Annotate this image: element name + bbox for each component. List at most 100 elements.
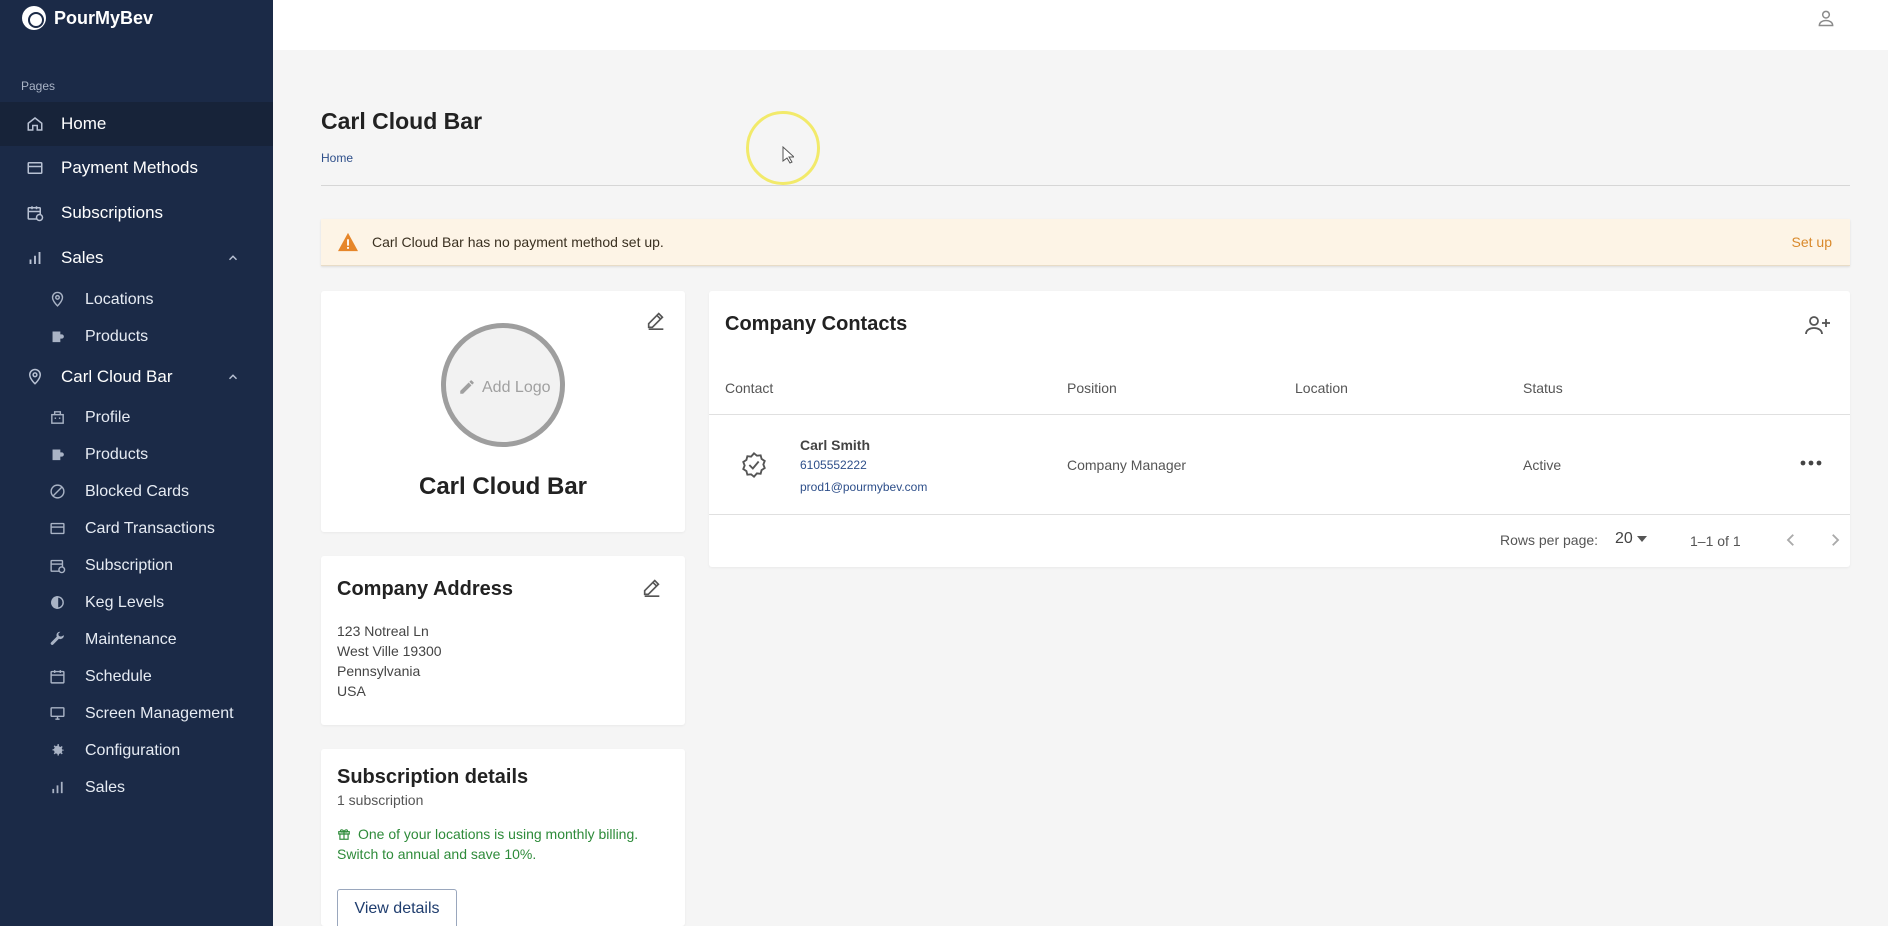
sidebar-item-carl-cloud-bar[interactable]: Carl Cloud Bar xyxy=(0,355,273,399)
brand[interactable]: PourMyBev xyxy=(22,6,153,30)
contact-phone[interactable]: 6105552222 xyxy=(800,458,867,472)
sidebar-subitem-screen-management[interactable]: Screen Management xyxy=(0,695,273,732)
sidebar-subitem-sales[interactable]: Sales xyxy=(0,769,273,806)
calendar-sync-icon xyxy=(26,204,44,222)
sidebar-subitem-profile[interactable]: Profile xyxy=(0,399,273,436)
column-header-position[interactable]: Position xyxy=(1067,380,1117,396)
edit-pencil-icon[interactable] xyxy=(645,309,667,331)
sidebar-subitem-label: Schedule xyxy=(85,667,152,685)
sidebar-subitem-label: Profile xyxy=(85,408,131,426)
view-details-button[interactable]: View details xyxy=(337,889,457,926)
chevron-up-icon[interactable] xyxy=(226,251,240,265)
sidebar-subitem-keg-levels[interactable]: Keg Levels xyxy=(0,584,273,621)
gift-icon xyxy=(337,827,351,841)
profile-card: Add Logo Carl Cloud Bar xyxy=(321,291,685,532)
chevron-up-icon[interactable] xyxy=(226,370,240,384)
sidebar-subitem-label: Keg Levels xyxy=(85,593,165,611)
building-icon xyxy=(49,409,66,426)
sidebar-subitem-label: Subscription xyxy=(85,556,174,574)
address-line: 123 Notreal Ln xyxy=(337,623,429,639)
contact-name: Carl Smith xyxy=(800,437,871,453)
contrast-icon xyxy=(49,594,66,611)
sidebar-item-label: Carl Cloud Bar xyxy=(61,367,173,386)
contact-email[interactable]: prod1@pourmybev.com xyxy=(800,480,927,494)
sidebar-item-label: Subscriptions xyxy=(61,203,164,222)
calendar-sync-icon xyxy=(49,557,66,574)
sidebar-item-subscriptions[interactable]: Subscriptions xyxy=(0,191,273,235)
sidebar-item-label: Sales xyxy=(61,248,104,267)
sidebar-subitem-blocked-cards[interactable]: Blocked Cards xyxy=(0,473,273,510)
pagination-range: 1–1 of 1 xyxy=(1690,533,1741,549)
setup-payment-link[interactable]: Set up xyxy=(1792,234,1832,250)
sidebar-subitem-products[interactable]: Products xyxy=(0,436,273,473)
beer-keg-icon xyxy=(49,328,66,345)
subscription-count: 1 subscription xyxy=(337,792,424,808)
edit-pencil-icon[interactable] xyxy=(641,576,663,598)
breadcrumb-home[interactable]: Home xyxy=(321,151,353,165)
sidebar-item-label: Home xyxy=(61,114,107,133)
sidebar-subitem-subscription[interactable]: Subscription xyxy=(0,547,273,584)
contact-status: Active xyxy=(1523,457,1562,473)
sidebar-subitem-label: Blocked Cards xyxy=(85,482,190,500)
sidebar-item-label: Payment Methods xyxy=(61,158,199,177)
table-divider xyxy=(709,514,1850,515)
alert-message: Carl Cloud Bar has no payment method set… xyxy=(372,234,664,250)
subscription-details-card: Subscription details 1 subscription One … xyxy=(321,749,685,926)
pencil-icon xyxy=(458,378,476,396)
add-logo-label: Add Logo xyxy=(482,379,551,396)
sidebar-subitem-label: Products xyxy=(85,445,149,463)
rows-per-page-label: Rows per page: xyxy=(1500,532,1599,548)
company-address-card: Company Address 123 Notreal Ln West Vill… xyxy=(321,556,685,725)
sidebar-subitem-configuration[interactable]: Configuration xyxy=(0,732,273,769)
next-page-icon[interactable] xyxy=(1826,531,1844,549)
column-header-contact[interactable]: Contact xyxy=(725,380,773,396)
page-title: Carl Cloud Bar xyxy=(321,108,483,134)
payment-alert: Carl Cloud Bar has no payment method set… xyxy=(321,219,1850,266)
sidebar-item-payment-methods[interactable]: Payment Methods xyxy=(0,146,273,190)
sidebar-subitem-label: Maintenance xyxy=(85,630,177,648)
company-name: Carl Cloud Bar xyxy=(418,473,588,500)
credit-card-icon xyxy=(26,159,44,177)
sidebar-subitem-card-transactions[interactable]: Card Transactions xyxy=(0,510,273,547)
sidebar-subitem-maintenance[interactable]: Maintenance xyxy=(0,621,273,658)
wrench-icon xyxy=(49,631,66,648)
user-account-icon[interactable] xyxy=(1816,8,1836,28)
column-header-status[interactable]: Status xyxy=(1523,380,1563,396)
sidebar-subitem-products[interactable]: Products xyxy=(0,318,273,355)
gear-icon xyxy=(49,742,66,759)
monitor-icon xyxy=(49,705,66,722)
header-divider xyxy=(321,185,1850,186)
more-options-icon[interactable] xyxy=(1800,456,1822,470)
company-contacts-card: Company Contacts Contact Position Locati… xyxy=(709,291,1850,567)
address-line: West Ville 19300 xyxy=(337,643,442,659)
beer-keg-icon xyxy=(49,446,66,463)
previous-page-icon[interactable] xyxy=(1782,531,1800,549)
sidebar-subitem-label: Products xyxy=(85,327,149,345)
sidebar-section-label: Pages xyxy=(21,79,56,93)
sidebar-subitem-schedule[interactable]: Schedule xyxy=(0,658,273,695)
verified-badge-icon xyxy=(740,451,768,479)
sidebar: PourMyBev Pages Home Payment Methods Sub… xyxy=(0,0,273,926)
sidebar-subitem-locations[interactable]: Locations xyxy=(0,281,273,318)
dropdown-caret-icon xyxy=(1636,536,1647,542)
credit-card-icon xyxy=(49,520,66,537)
sidebar-subitem-label: Screen Management xyxy=(85,704,234,722)
add-logo-button[interactable]: Add Logo xyxy=(441,323,565,447)
billing-promo-text: Switch to annual and save 10%. xyxy=(337,846,537,862)
address-line: USA xyxy=(337,683,366,699)
table-divider xyxy=(709,414,1850,415)
sidebar-item-home[interactable]: Home xyxy=(0,102,273,146)
sidebar-item-sales[interactable]: Sales xyxy=(0,236,273,280)
sidebar-subitem-label: Locations xyxy=(85,290,154,308)
calendar-icon xyxy=(49,668,66,685)
rows-per-page-select[interactable]: 20 xyxy=(1615,530,1647,548)
location-pin-icon xyxy=(49,291,66,308)
column-header-location[interactable]: Location xyxy=(1295,380,1348,396)
address-line: Pennsylvania xyxy=(337,663,421,679)
brand-name: PourMyBev xyxy=(54,7,154,28)
mouse-cursor-icon xyxy=(782,146,794,164)
location-pin-icon xyxy=(26,368,44,386)
sidebar-subitem-label: Card Transactions xyxy=(85,519,215,537)
card-title: Subscription details xyxy=(337,766,529,788)
add-contact-icon[interactable] xyxy=(1804,313,1832,337)
